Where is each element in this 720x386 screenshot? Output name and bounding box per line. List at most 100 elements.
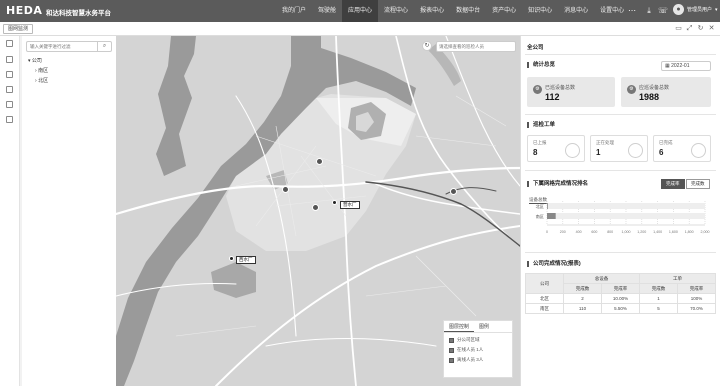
plant-marker-icon[interactable]	[332, 200, 337, 205]
tab-layer-control[interactable]: 图层控制	[444, 321, 475, 332]
toggle-completion-count[interactable]: 完成数	[686, 179, 710, 189]
workorder-processing[interactable]: 正在处理 1	[590, 135, 648, 162]
section-workorder-title: 巡检工单	[527, 122, 555, 128]
nav-knowledge-center[interactable]: 知识中心	[522, 0, 558, 22]
refresh-icon[interactable]: ↻	[696, 24, 705, 33]
plant-marker-icon[interactable]	[229, 256, 234, 261]
table-header: 工单	[639, 273, 716, 284]
table-row[interactable]: 北区 2 10.00% 1 100%	[525, 293, 716, 304]
module-icon[interactable]	[6, 101, 13, 108]
inspector-select-input[interactable]	[439, 42, 515, 51]
search-icon[interactable]: ⌕	[97, 42, 111, 51]
nav-app-center[interactable]: 应用中心	[342, 0, 379, 22]
table-subheader: 完成数	[563, 283, 602, 294]
collapse-icon[interactable]	[6, 40, 13, 47]
more-icon[interactable]: ⋯	[626, 5, 638, 17]
stat-card-inspected: ⚙ 已巡设备总数 112	[527, 77, 615, 107]
tree-node-root[interactable]: ▾ 公司	[28, 57, 42, 64]
product-name: 和达科技智慧水务平台	[46, 10, 111, 17]
left-rail	[0, 36, 20, 386]
x-tick-label: 1,600	[669, 230, 678, 234]
tree-search-input[interactable]	[27, 42, 97, 51]
nav-report-center[interactable]: 报表中心	[414, 0, 450, 22]
close-icon[interactable]: ✕	[707, 24, 716, 33]
y-category-label: 北区	[536, 203, 544, 210]
layer-branch-area[interactable]: 分公司区域	[449, 337, 512, 343]
org-tree-panel: ⌕ ▾ 公司 › 南区 › 北区	[22, 36, 116, 386]
checkbox-icon[interactable]	[449, 337, 454, 343]
table-header: 总设备	[563, 273, 640, 284]
map-marker-icon[interactable]	[312, 204, 319, 211]
module-icon[interactable]	[6, 86, 13, 93]
logo[interactable]: HEDA	[6, 4, 42, 17]
device-icon: ⚙	[627, 85, 636, 94]
table-row[interactable]: 南区 110 5.50% 5 70.0%	[525, 303, 716, 314]
workorder-reported[interactable]: 已上报 8	[527, 135, 585, 162]
expand-icon[interactable]: ⤢	[685, 24, 694, 33]
layer-online-staff[interactable]: 在线人员 1人	[449, 347, 512, 353]
map-view[interactable]: ↻ 营水厂 西水厂 图层控制 图例 分公司区域 在线人员 1人 离线人员 3人	[116, 36, 520, 386]
layer-offline-staff[interactable]: 离线人员 3人	[449, 357, 512, 363]
user-menu[interactable]: ● 管理员用户 ▾	[673, 4, 718, 15]
divider	[525, 170, 716, 171]
nav-message-center[interactable]: 消息中心	[558, 0, 594, 22]
nav-settings-center[interactable]: 设置中心	[594, 0, 630, 22]
stamp-icon	[628, 143, 643, 158]
bar-track	[547, 203, 705, 209]
map-marker-icon[interactable]	[282, 186, 289, 193]
download-icon[interactable]: ⤓	[643, 5, 655, 17]
table-header: 公司	[525, 273, 564, 294]
toggle-completion-rate[interactable]: 完成率	[661, 179, 685, 189]
tree-node-south[interactable]: › 南区	[35, 67, 48, 74]
bar	[547, 213, 556, 219]
tree-search: ⌕	[26, 41, 112, 52]
window-icon[interactable]: ▭	[674, 24, 683, 33]
module-icon[interactable]	[6, 71, 13, 78]
table-subheader: 完成数	[639, 283, 678, 294]
module-icon[interactable]	[6, 56, 13, 63]
checkbox-icon[interactable]	[449, 347, 454, 353]
stamp-icon	[691, 143, 706, 158]
section-ranking-title: 下属网格完成情况排名	[527, 181, 588, 187]
bar	[547, 203, 548, 209]
main-nav: 我的门户 驾驶舱 应用中心 流程中心 报表中心 数据中台 资产中心 知识中心 消…	[276, 0, 630, 22]
inspector-marker-icon[interactable]	[450, 188, 457, 195]
nav-asset-center[interactable]: 资产中心	[486, 0, 522, 22]
map-refresh-icon[interactable]: ↻	[422, 41, 432, 51]
date-picker[interactable]: ▦ 2022-01	[661, 61, 711, 71]
section-overview-title: 统计总览	[527, 62, 555, 68]
x-tick-label: 1,200	[637, 230, 646, 234]
tab-network-monitor[interactable]: 图网监测	[3, 24, 34, 34]
x-tick-label: 1,800	[685, 230, 694, 234]
top-bar: HEDA 和达科技智慧水务平台 我的门户 驾驶舱 应用中心 流程中心 报表中心 …	[0, 0, 720, 22]
nav-my-portal[interactable]: 我的门户	[276, 0, 312, 22]
nav-process-center[interactable]: 流程中心	[378, 0, 414, 22]
x-tick-label: 400	[576, 230, 582, 234]
table-subheader: 完成率	[601, 283, 640, 294]
y-category-label: 南区	[536, 213, 544, 219]
stamp-icon	[565, 143, 580, 158]
plant-label[interactable]: 营水厂	[340, 201, 360, 209]
ranking-chart-svg: 0 200 400 600 800 1,000 1,200 1,400 1,600 1,800 2,…	[536, 201, 710, 234]
legend-tabs: 图层控制 图例	[444, 321, 512, 333]
tab-bar: 图网监测 ▭ ⤢ ↻ ✕	[0, 22, 720, 36]
workorder-completed[interactable]: 已完成 6	[653, 135, 711, 162]
chevron-down-icon: ▾	[715, 6, 718, 13]
stat-card-required: ⚙ 应巡设备总数 1988	[621, 77, 711, 107]
tab-legend[interactable]: 图例	[474, 321, 494, 332]
panel-title: 全公司	[527, 45, 544, 51]
table-subheader: 完成率	[677, 283, 716, 294]
inspector-select[interactable]	[436, 41, 516, 52]
checkbox-icon[interactable]	[449, 357, 454, 363]
stats-panel: 全公司 统计总览 ▦ 2022-01 ⚙ 已巡设备总数 112 ⚙ 应巡设备总数…	[520, 36, 720, 386]
x-tick-label: 800	[607, 230, 613, 234]
map-marker-icon[interactable]	[316, 158, 323, 165]
module-icon[interactable]	[6, 116, 13, 123]
tree-node-north[interactable]: › 北区	[35, 77, 48, 84]
bar-track	[547, 213, 705, 219]
nav-cockpit[interactable]: 驾驶舱	[312, 0, 342, 22]
completion-table: 公司 总设备 工单 完成数 完成率 完成数 完成率 北区 2 10.00% 1 …	[525, 273, 716, 314]
plant-label[interactable]: 西水厂	[236, 256, 256, 264]
phone-icon[interactable]: ☏	[657, 5, 669, 17]
nav-data-platform[interactable]: 数据中台	[450, 0, 486, 22]
